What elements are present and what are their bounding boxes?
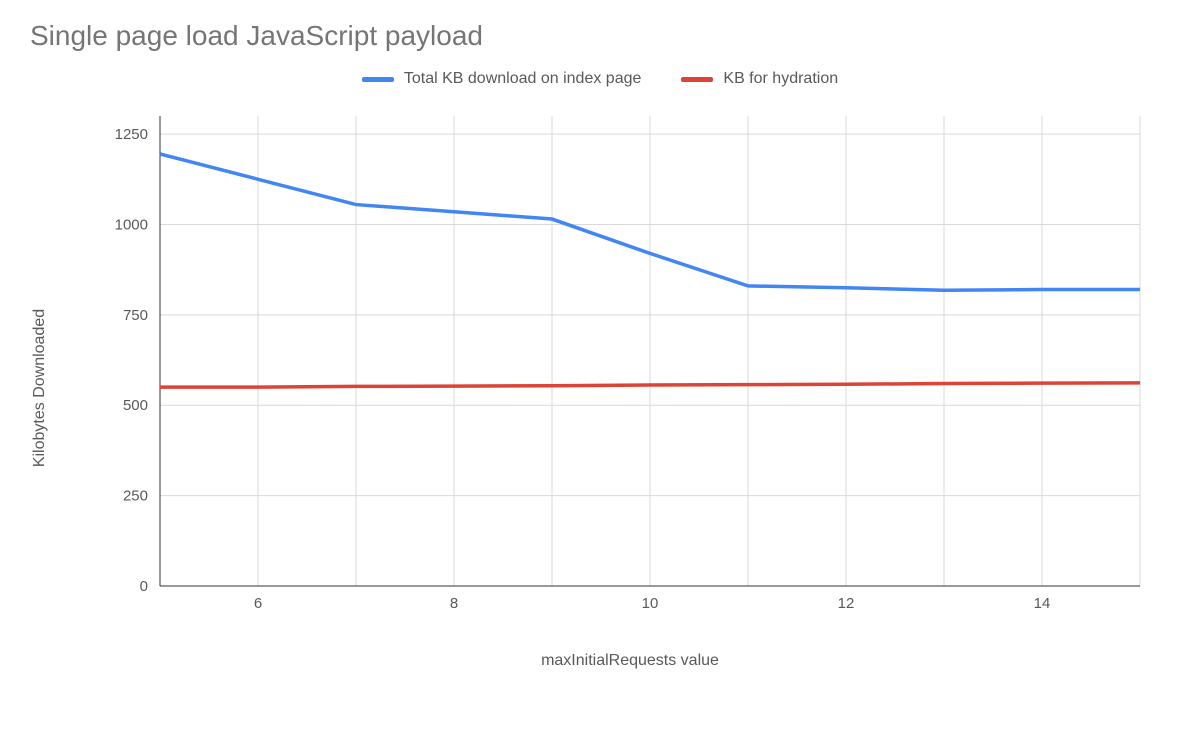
plot-area: Kilobytes Downloaded 0250500750100012506… [90,106,1170,670]
x-axis-label: maxInitialRequests value [90,652,1170,670]
svg-text:0: 0 [140,578,148,595]
legend-swatch-icon [681,77,713,82]
svg-text:750: 750 [123,307,148,324]
svg-text:1250: 1250 [115,126,148,143]
svg-text:10: 10 [642,595,659,612]
svg-text:6: 6 [254,595,262,612]
legend-item-hydration: KB for hydration [681,70,838,88]
svg-text:250: 250 [123,488,148,505]
svg-text:12: 12 [838,595,855,612]
chart-svg: 0 250 500 750 1000 1250 6 8 10 12 14 [90,106,1150,616]
svg-text:500: 500 [123,397,148,414]
legend-label: Total KB download on index page [404,70,642,88]
svg-text:1000: 1000 [115,216,148,233]
legend-swatch-icon [362,77,394,82]
legend-label: KB for hydration [723,70,838,88]
y-axis-label: Kilobytes Downloaded [31,309,49,467]
chart-title: Single page load JavaScript payload [30,20,1170,52]
svg-text:8: 8 [450,595,458,612]
chart-legend: Total KB download on index page KB for h… [30,70,1170,88]
legend-item-total: Total KB download on index page [362,70,642,88]
svg-text:14: 14 [1034,595,1051,612]
chart-container: Single page load JavaScript payload Tota… [30,20,1170,670]
